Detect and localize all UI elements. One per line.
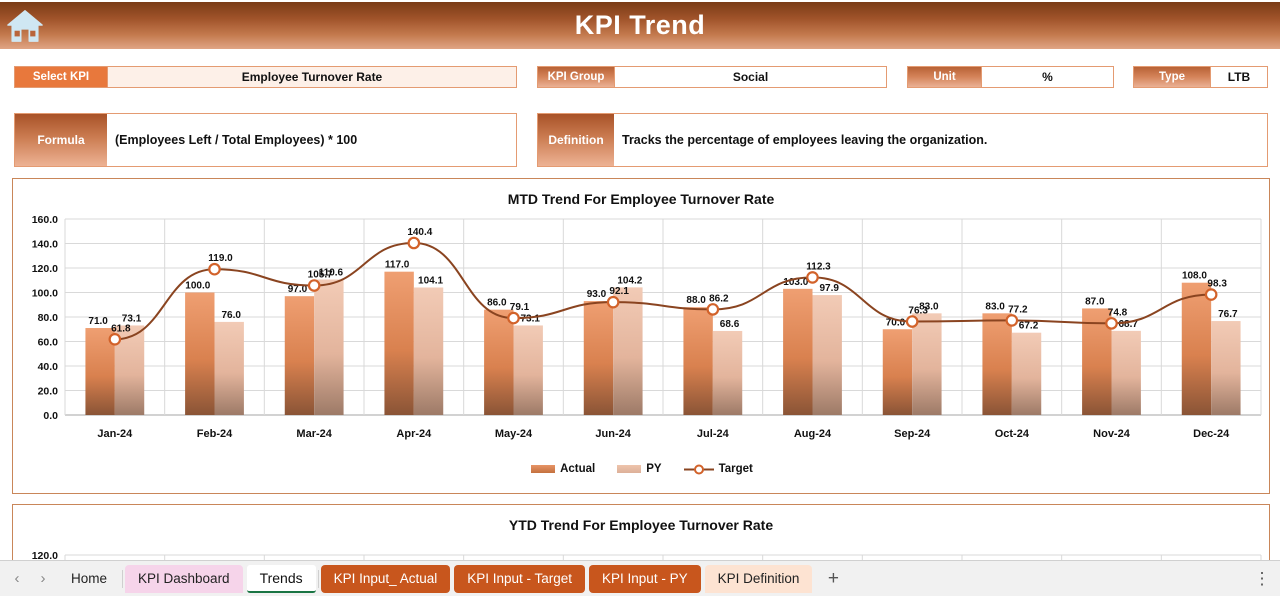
svg-text:140.4: 140.4 xyxy=(407,227,432,238)
kpi-group-value[interactable]: Social xyxy=(614,67,886,87)
svg-text:93.0: 93.0 xyxy=(587,289,607,300)
svg-text:20.0: 20.0 xyxy=(38,385,59,397)
mtd-chart-title: MTD Trend For Employee Turnover Rate xyxy=(507,191,775,207)
svg-text:100.0: 100.0 xyxy=(185,281,210,292)
type-field[interactable]: Type LTB xyxy=(1133,66,1268,88)
svg-text:76.7: 76.7 xyxy=(1218,309,1238,320)
svg-text:Jun-24: Jun-24 xyxy=(595,428,631,440)
formula-field: Formula (Employees Left / Total Employee… xyxy=(14,113,517,167)
svg-text:May-24: May-24 xyxy=(495,428,533,440)
svg-text:Dec-24: Dec-24 xyxy=(1193,428,1230,440)
sheet-tab-trends[interactable]: Trends xyxy=(246,564,316,593)
svg-text:Mar-24: Mar-24 xyxy=(296,428,332,440)
svg-text:Sep-24: Sep-24 xyxy=(894,428,931,440)
svg-text:60.0: 60.0 xyxy=(38,336,59,348)
select-kpi-field[interactable]: Select KPI Employee Turnover Rate xyxy=(14,66,517,88)
svg-text:92.1: 92.1 xyxy=(609,286,629,297)
svg-text:140.0: 140.0 xyxy=(32,238,58,250)
svg-text:119.0: 119.0 xyxy=(208,253,233,264)
definition-value: Tracks the percentage of employees leavi… xyxy=(614,114,1267,166)
chevron-right-icon[interactable]: › xyxy=(30,566,56,592)
definition-field: Definition Tracks the percentage of empl… xyxy=(537,113,1268,167)
svg-text:73.1: 73.1 xyxy=(520,313,540,324)
unit-label: Unit xyxy=(908,67,981,87)
type-label: Type xyxy=(1134,67,1210,87)
svg-text:120.0: 120.0 xyxy=(32,263,58,275)
svg-text:98.3: 98.3 xyxy=(1207,279,1227,290)
legend-label: Actual xyxy=(560,463,596,475)
chevron-left-icon[interactable]: ‹ xyxy=(4,566,30,592)
app-banner: KPI Trend xyxy=(0,2,1280,49)
kebab-menu-icon[interactable]: ⋮ xyxy=(1248,569,1276,589)
svg-text:40.0: 40.0 xyxy=(38,361,59,373)
formula-label: Formula xyxy=(15,114,107,166)
svg-text:77.2: 77.2 xyxy=(1008,304,1028,315)
svg-text:68.6: 68.6 xyxy=(720,319,740,330)
svg-text:76.0: 76.0 xyxy=(221,310,241,321)
svg-text:Nov-24: Nov-24 xyxy=(1093,428,1131,440)
svg-text:76.3: 76.3 xyxy=(908,306,928,317)
page-title: KPI Trend xyxy=(574,10,706,40)
legend-swatch xyxy=(531,465,556,473)
sheet-tab-kpi-input-py[interactable]: KPI Input - PY xyxy=(589,564,701,593)
svg-text:86.2: 86.2 xyxy=(709,293,729,304)
legend-swatch xyxy=(617,465,642,473)
chart-legend: Actual PY Target xyxy=(13,463,1271,475)
mtd-chart-plot: 0.0 20.0 40.0 60.0 80.0 100.0 120.0 140.0 160.0 7… xyxy=(32,214,1262,440)
svg-text:61.8: 61.8 xyxy=(111,323,131,334)
svg-text:67.2: 67.2 xyxy=(1019,321,1039,332)
svg-text:79.1: 79.1 xyxy=(510,302,530,313)
sheet-tab-kpi-definition[interactable]: KPI Definition xyxy=(704,564,813,593)
svg-text:108.0: 108.0 xyxy=(1182,271,1207,282)
svg-text:97.9: 97.9 xyxy=(819,283,839,294)
legend-label: PY xyxy=(646,463,662,475)
sheet-tab-home[interactable]: Home xyxy=(58,565,120,593)
svg-text:Oct-24: Oct-24 xyxy=(995,428,1030,440)
legend-label: Target xyxy=(718,463,753,475)
svg-text:86.0: 86.0 xyxy=(487,298,507,309)
svg-text:88.0: 88.0 xyxy=(686,295,706,306)
unit-value[interactable]: % xyxy=(981,67,1113,87)
sheet-tab-kpi-dashboard[interactable]: KPI Dashboard xyxy=(125,564,243,593)
svg-text:105.7: 105.7 xyxy=(308,270,333,281)
legend-item-target[interactable]: Target xyxy=(683,463,753,475)
type-value[interactable]: LTB xyxy=(1210,67,1267,87)
sheet-tab-kpi-input-target[interactable]: KPI Input - Target xyxy=(454,564,586,593)
ytd-chart-title: YTD Trend For Employee Turnover Rate xyxy=(508,517,774,533)
tab-separator xyxy=(317,569,319,588)
definition-label: Definition xyxy=(538,114,614,166)
svg-text:Jul-24: Jul-24 xyxy=(697,428,730,440)
svg-text:0.0: 0.0 xyxy=(43,410,58,422)
select-kpi-label: Select KPI xyxy=(15,67,107,87)
sheet-tab-kpi-input-actual[interactable]: KPI Input_ Actual xyxy=(320,564,451,593)
unit-field[interactable]: Unit % xyxy=(907,66,1114,88)
svg-text:104.2: 104.2 xyxy=(617,275,642,286)
svg-text:87.0: 87.0 xyxy=(1085,296,1105,307)
svg-text:74.8: 74.8 xyxy=(1108,307,1128,318)
legend-target-marker xyxy=(683,464,714,474)
formula-value: (Employees Left / Total Employees) * 100 xyxy=(107,114,516,166)
legend-item-actual[interactable]: Actual xyxy=(531,463,595,475)
legend-item-py[interactable]: PY xyxy=(617,463,662,475)
home-icon[interactable] xyxy=(6,8,44,44)
svg-text:Apr-24: Apr-24 xyxy=(396,428,432,440)
add-sheet-button[interactable]: + xyxy=(814,568,852,590)
kpi-group-field[interactable]: KPI Group Social xyxy=(537,66,887,88)
svg-text:160.0: 160.0 xyxy=(32,214,58,226)
mtd-chart-card: MTD Trend For Employee Turnover Rate 0.0… xyxy=(12,178,1270,494)
tab-separator xyxy=(122,569,124,588)
svg-text:100.0: 100.0 xyxy=(32,287,58,299)
svg-text:104.1: 104.1 xyxy=(418,275,443,286)
svg-text:Jan-24: Jan-24 xyxy=(97,428,133,440)
svg-text:Feb-24: Feb-24 xyxy=(197,428,233,440)
svg-text:117.0: 117.0 xyxy=(385,260,410,271)
svg-text:83.0: 83.0 xyxy=(985,301,1005,312)
svg-text:Aug-24: Aug-24 xyxy=(794,428,832,440)
svg-text:112.3: 112.3 xyxy=(806,261,831,272)
sheet-tab-bar: ‹ › Home KPI Dashboard Trends KPI Input_ Ac… xyxy=(0,560,1280,596)
select-kpi-value[interactable]: Employee Turnover Rate xyxy=(107,67,516,87)
svg-text:80.0: 80.0 xyxy=(38,312,59,324)
svg-text:71.0: 71.0 xyxy=(88,316,108,327)
kpi-group-label: KPI Group xyxy=(538,67,614,87)
